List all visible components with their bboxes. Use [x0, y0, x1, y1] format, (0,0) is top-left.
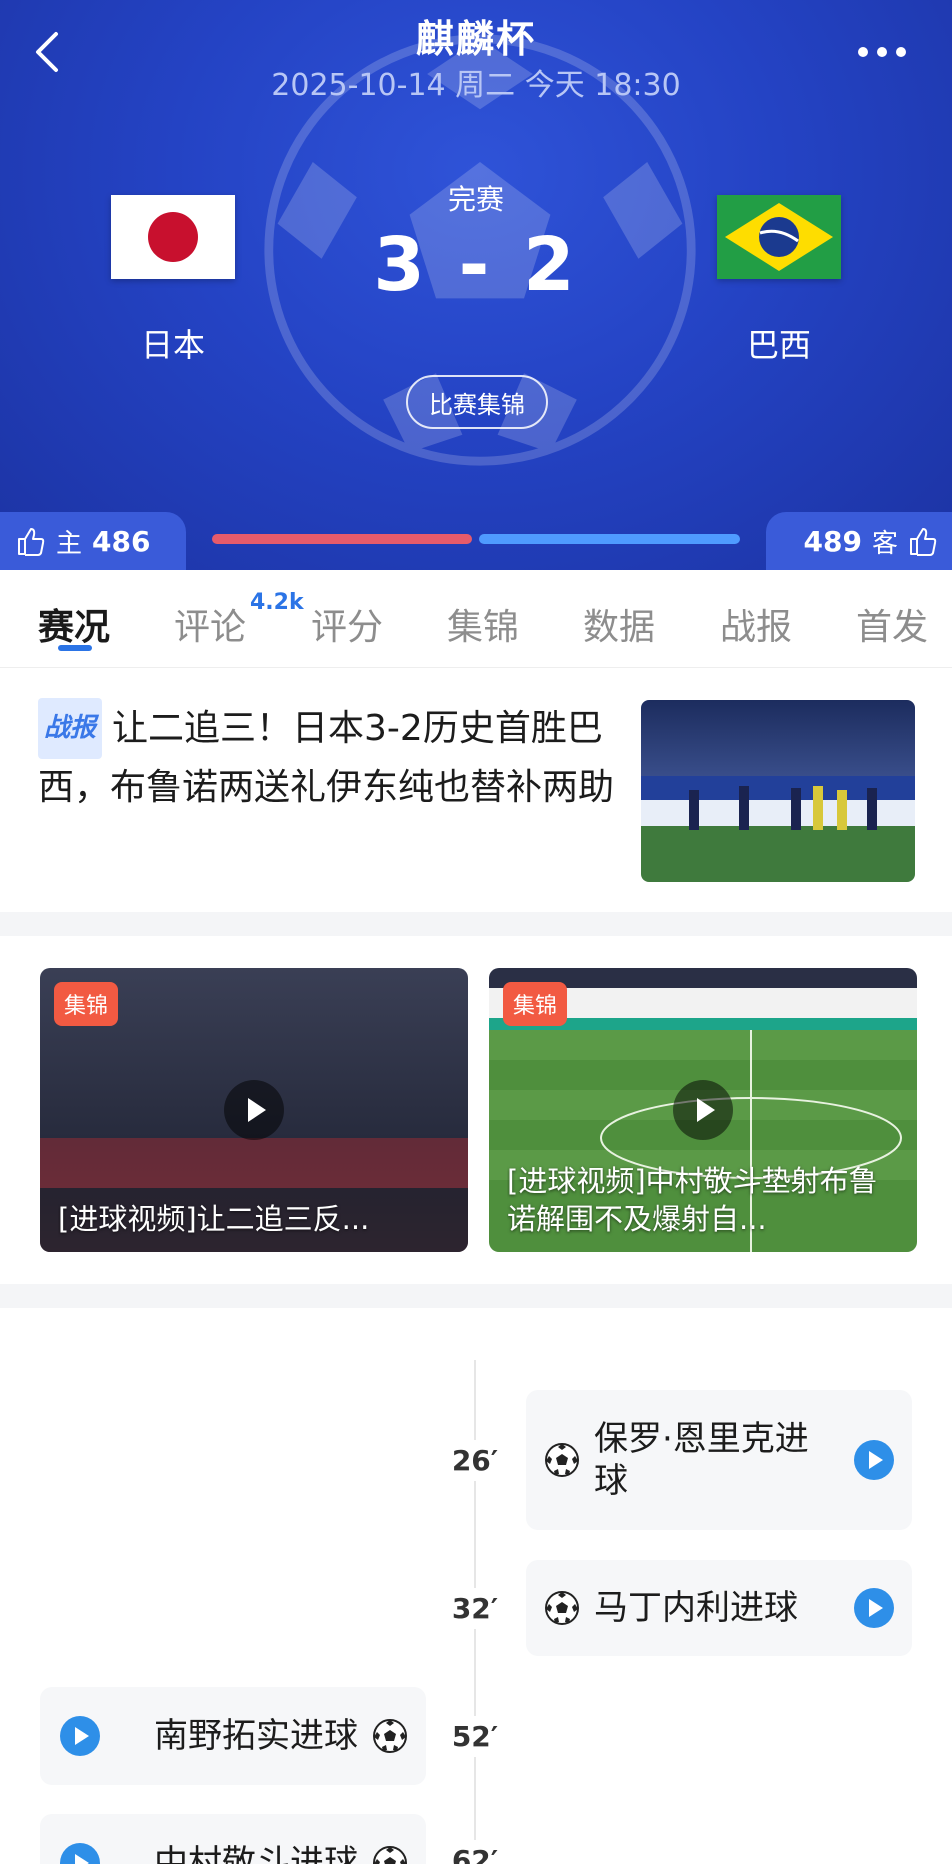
tab-comments[interactable]: 评论 — [174, 598, 246, 650]
video-title: [进球视频]中村敬斗垫射布鲁诺解围不及爆射自... — [507, 1164, 878, 1236]
goal-event-item[interactable]: 中村敬斗进球 — [40, 1814, 426, 1864]
event-minute: 26′ — [440, 1440, 510, 1481]
away-vote-count: 489 — [803, 524, 862, 558]
tab-live[interactable]: 赛况 — [38, 598, 110, 650]
home-vote-count: 486 — [92, 524, 151, 558]
section-divider — [0, 1284, 952, 1308]
report-tag: 战报 — [38, 698, 103, 759]
report-headline: 战报 让二追三！日本3-2历史首胜巴西，布鲁诺两送礼伊东纯也替补两助 — [38, 698, 618, 816]
tab-lineup[interactable]: 首发 — [856, 598, 928, 650]
play-video-icon[interactable] — [60, 1843, 100, 1864]
away-team-name[interactable]: 巴西 — [699, 320, 859, 366]
away-support-bar — [479, 534, 740, 544]
match-datetime: 2025-10-14 周二 今天 18:30 — [271, 68, 681, 103]
home-vote-button[interactable]: 主 486 — [0, 512, 186, 570]
report-title-text: 让二追三！日本3-2历史首胜巴西，布鲁诺两送礼伊东纯也替补两助 — [38, 708, 615, 808]
competition-title: 麒麟杯 — [415, 17, 536, 61]
goal-event-item[interactable]: 保罗·恩里克进球 — [526, 1390, 912, 1530]
home-support-bar — [212, 534, 472, 544]
highlight-video-card[interactable]: 集锦 [进球视频]让二追三反... — [40, 968, 468, 1252]
tab-stats[interactable]: 数据 — [583, 598, 655, 650]
match-tabs: 赛况 评论 4.2k 评分 集锦 数据 战报 首发 — [0, 570, 952, 668]
away-vote-label: 客 — [871, 528, 898, 559]
play-icon[interactable] — [673, 1080, 733, 1140]
event-description: 中村敬斗进球 — [154, 1843, 358, 1864]
match-status: 完赛 — [447, 183, 504, 216]
goal-event-item[interactable]: 马丁内利进球 — [526, 1560, 912, 1656]
match-highlights-button[interactable]: 比赛集锦 — [406, 375, 548, 429]
play-video-icon[interactable] — [854, 1440, 894, 1480]
highlight-video-card[interactable]: 集锦 [进球视频]中村敬斗垫射布鲁诺解围不及爆射自... — [489, 968, 917, 1252]
soccer-ball-icon — [545, 1443, 579, 1477]
play-video-icon[interactable] — [854, 1588, 894, 1628]
tab-report[interactable]: 战报 — [720, 598, 792, 650]
play-video-icon[interactable] — [60, 1716, 100, 1756]
event-minute: 52′ — [440, 1716, 510, 1757]
report-thumbnail — [641, 700, 915, 882]
home-team-name[interactable]: 日本 — [93, 320, 253, 366]
soccer-ball-icon — [373, 1846, 407, 1864]
event-minute: 62′ — [440, 1840, 510, 1864]
home-vote-label: 主 — [56, 528, 83, 559]
thumbs-up-icon — [910, 528, 937, 556]
match-report-card[interactable]: 战报 让二追三！日本3-2历史首胜巴西，布鲁诺两送礼伊东纯也替补两助 — [0, 668, 952, 912]
thumbs-up-icon — [18, 528, 45, 556]
match-score: 3 - 2 — [373, 222, 579, 308]
video-tag: 集锦 — [54, 982, 119, 1026]
tab-ratings[interactable]: 评分 — [311, 598, 383, 650]
soccer-ball-icon — [545, 1591, 579, 1625]
video-tag: 集锦 — [503, 982, 568, 1026]
tab-highlights[interactable]: 集锦 — [447, 598, 519, 650]
more-options-icon[interactable] — [852, 40, 912, 64]
event-description: 马丁内利进球 — [594, 1588, 798, 1628]
soccer-ball-icon — [373, 1719, 407, 1753]
match-header: 麒麟杯 2025-10-14 周二 今天 18:30 完赛 3 - 2 日本 巴… — [0, 0, 952, 570]
event-description: 南野拓实进球 — [154, 1716, 358, 1756]
event-minute: 32′ — [440, 1588, 510, 1629]
event-description: 保罗·恩里克进球 — [594, 1419, 809, 1501]
video-title: [进球视频]让二追三反... — [58, 1202, 370, 1236]
active-tab-indicator — [58, 645, 92, 651]
play-icon[interactable] — [224, 1080, 284, 1140]
match-page: 麒麟杯 2025-10-14 周二 今天 18:30 完赛 3 - 2 日本 巴… — [0, 0, 952, 1864]
section-divider — [0, 912, 952, 936]
comments-count-badge: 4.2k — [250, 590, 304, 615]
goal-event-item[interactable]: 南野拓实进球 — [40, 1687, 426, 1785]
away-vote-button[interactable]: 489 客 — [766, 512, 952, 570]
